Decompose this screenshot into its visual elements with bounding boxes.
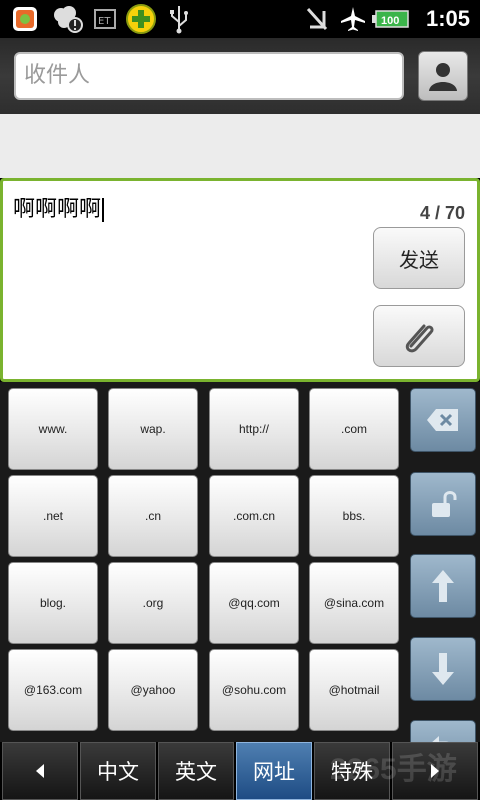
- key-cn[interactable]: .cn: [108, 475, 198, 557]
- key-net[interactable]: .net: [8, 475, 98, 557]
- unlock-icon: [432, 491, 457, 517]
- tab-prev-button[interactable]: [2, 742, 78, 800]
- usb-icon: [166, 5, 192, 34]
- key-hotmail[interactable]: @hotmail: [309, 649, 399, 731]
- key-163[interactable]: @163.com: [8, 649, 98, 731]
- airplane-icon: [338, 5, 368, 33]
- attach-button[interactable]: [373, 305, 465, 367]
- key-www[interactable]: www.: [8, 388, 98, 470]
- header-bar: 收件人: [0, 38, 480, 114]
- message-input[interactable]: 啊啊啊啊: [13, 191, 105, 223]
- tab-next-button[interactable]: [392, 742, 478, 800]
- key-blog[interactable]: blog.: [8, 562, 98, 644]
- keyboard: www. wap. http:// .com .net .cn .com.cn …: [0, 382, 480, 800]
- tab-url[interactable]: 网址: [236, 742, 312, 800]
- chevron-left-icon: [36, 764, 44, 778]
- character-counter: 4 / 70: [419, 203, 465, 223]
- key-bbs[interactable]: bbs.: [309, 475, 399, 557]
- key-sina[interactable]: @sina.com: [309, 562, 399, 644]
- tab-special[interactable]: 特殊: [314, 742, 390, 800]
- chevron-right-icon: [431, 764, 439, 778]
- key-wap[interactable]: wap.: [108, 388, 198, 470]
- down-key[interactable]: [410, 637, 476, 701]
- battery-icon: 100: [372, 5, 410, 33]
- clover-icon: [50, 5, 84, 33]
- arrow-down-icon: [432, 653, 454, 685]
- lock-key[interactable]: [410, 472, 476, 536]
- recipient-input[interactable]: 收件人: [14, 52, 404, 100]
- battery-level-text: 100: [381, 15, 399, 27]
- no-signal-icon: [302, 5, 332, 33]
- key-sohu[interactable]: @sohu.com: [209, 649, 299, 731]
- arrow-up-icon: [432, 570, 454, 602]
- backspace-icon: [427, 409, 458, 431]
- key-com-cn[interactable]: .com.cn: [209, 475, 299, 557]
- input-mode-tabs: 中文 英文 网址 特殊: [0, 742, 480, 800]
- compose-panel: 啊啊啊啊 4 / 70 发送: [0, 178, 480, 382]
- app-icon: [10, 5, 40, 33]
- tool-icon: ET: [92, 5, 118, 33]
- status-bar: ET 100 1:05: [0, 0, 480, 38]
- status-time: 1:05: [425, 6, 470, 31]
- conversation-area: [0, 114, 480, 178]
- key-org[interactable]: .org: [108, 562, 198, 644]
- plus-icon: [124, 4, 158, 34]
- svg-text:ET: ET: [98, 16, 111, 27]
- paperclip-icon: [405, 324, 434, 353]
- key-http[interactable]: http://: [209, 388, 299, 470]
- key-com[interactable]: .com: [309, 388, 399, 470]
- contact-picker-button[interactable]: [418, 51, 468, 101]
- tab-english[interactable]: 英文: [158, 742, 234, 800]
- message-text: 啊啊啊啊: [13, 197, 102, 222]
- tab-chinese[interactable]: 中文: [80, 742, 156, 800]
- text-cursor: [102, 198, 105, 222]
- contact-icon: [429, 63, 457, 91]
- key-yahoo[interactable]: @yahoo: [108, 649, 198, 731]
- up-key[interactable]: [410, 554, 476, 618]
- send-button[interactable]: 发送: [373, 227, 465, 289]
- backspace-key[interactable]: [410, 388, 476, 452]
- key-qq[interactable]: @qq.com: [209, 562, 299, 644]
